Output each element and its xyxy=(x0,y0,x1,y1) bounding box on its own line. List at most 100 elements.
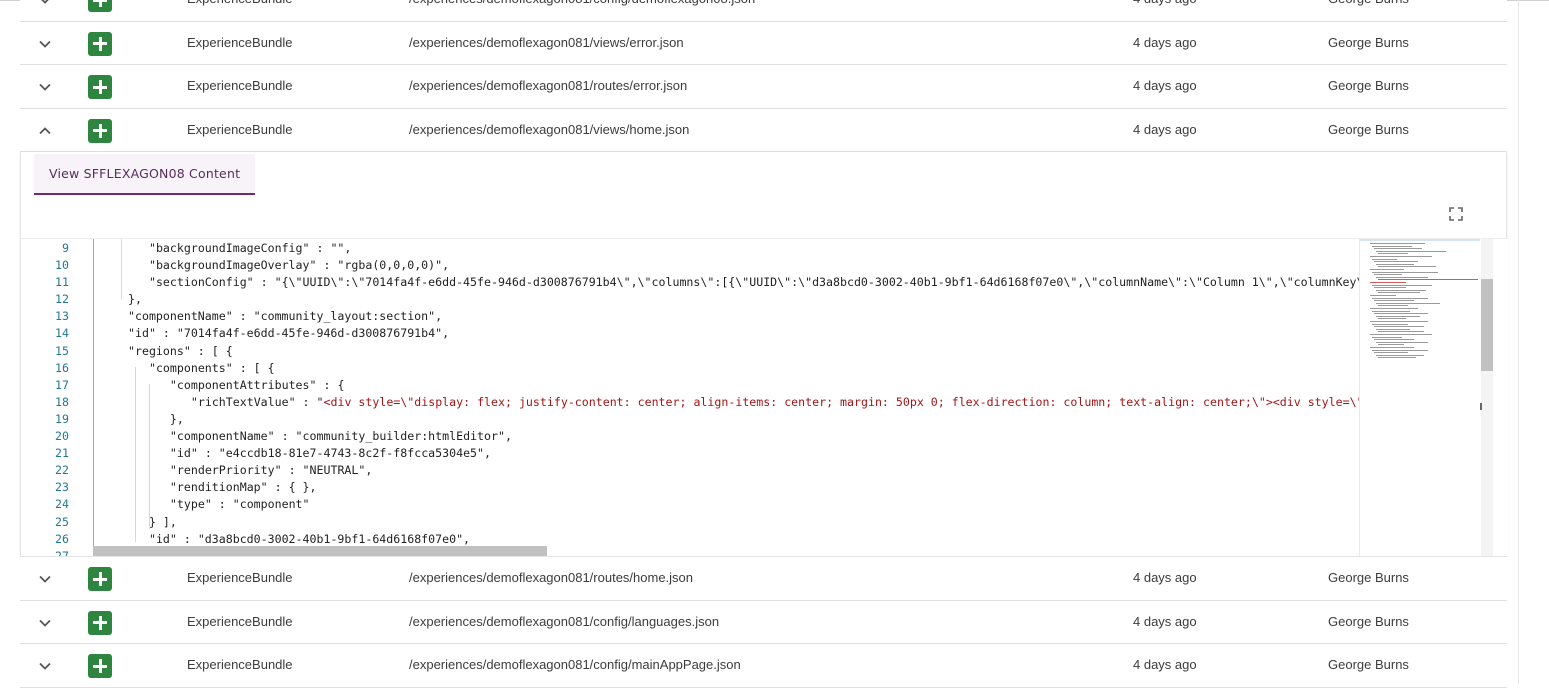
minimap-line xyxy=(1370,256,1432,257)
minimap-line xyxy=(1374,326,1424,328)
line-number: 26 xyxy=(55,531,69,546)
minimap-line xyxy=(1378,279,1478,281)
overview-ruler-marker xyxy=(1480,403,1482,410)
expand-icon[interactable] xyxy=(1448,206,1464,222)
code-editor[interactable]: 9 "backgroundImageConfig" : "", 10 "backg… xyxy=(21,238,1508,556)
line-number: 25 xyxy=(55,514,69,529)
minimap-line xyxy=(1370,269,1404,270)
table-row: ExperienceBundle/experiences/demoflexago… xyxy=(20,557,1507,601)
minimap-line xyxy=(1370,347,1414,348)
plus-icon[interactable] xyxy=(88,567,112,591)
minimap-line xyxy=(1378,266,1436,268)
code-token: "regions" : [ { xyxy=(128,343,233,358)
minimap-line xyxy=(1374,313,1428,315)
plus-icon[interactable] xyxy=(88,654,112,678)
minimap-line xyxy=(1374,248,1422,250)
minimap-line xyxy=(1372,297,1428,299)
minimap-viewport xyxy=(1360,239,1480,241)
code-token: "sectionConfig" : "{\"UUID\":\"7014fa4f-… xyxy=(135,275,1371,290)
line-number: 27 xyxy=(55,548,69,556)
cell-path: /experiences/demoflexagon081/routes/home… xyxy=(409,570,694,585)
chevron-down-icon[interactable] xyxy=(36,614,54,632)
chevron-down-icon[interactable] xyxy=(36,35,54,53)
plus-icon[interactable] xyxy=(88,118,112,143)
code-token: "componentName" : "community_layout:sect… xyxy=(128,309,443,324)
minimap-line xyxy=(1376,328,1410,330)
minimap-line xyxy=(1370,282,1406,283)
minimap-line xyxy=(1376,276,1428,278)
cell-user: George Burns xyxy=(1328,34,1409,50)
line-number: 21 xyxy=(55,446,69,461)
chevron-down-icon[interactable] xyxy=(36,0,54,9)
minimap[interactable] xyxy=(1359,239,1481,556)
cell-date: 4 days ago xyxy=(1133,78,1197,93)
cell-user: George Burns xyxy=(1328,121,1409,137)
cell-type: ExperienceBundle xyxy=(187,78,293,93)
minimap-line xyxy=(1376,315,1420,317)
line-number: 14 xyxy=(55,326,69,341)
line-number: 13 xyxy=(55,309,69,324)
minimap-line xyxy=(1374,300,1414,302)
code-text: "richTextValue" : "<div style=\"display:… xyxy=(149,394,1385,411)
chevron-down-icon[interactable] xyxy=(36,657,54,675)
code-text: "id" : "7014fa4f-e6dd-45fe-946d-d3008767… xyxy=(128,325,449,342)
cell-path: /experiences/demoflexagon081/config/main… xyxy=(409,657,741,672)
rows-after: ExperienceBundle/experiences/demoflexago… xyxy=(20,557,1507,688)
code-token: "backgroundImageConfig" : "", xyxy=(135,241,352,255)
minimap-line xyxy=(1372,349,1428,351)
line-number: 20 xyxy=(55,429,69,444)
code-token: "renderPriority" : "NEUTRAL", xyxy=(142,463,373,478)
code-text: } ], xyxy=(135,514,177,531)
line-number: 24 xyxy=(55,497,69,512)
code-token: } ], xyxy=(135,514,177,529)
plus-icon[interactable] xyxy=(88,610,112,635)
code-token: }, xyxy=(128,292,142,307)
chevron-down-icon[interactable] xyxy=(36,78,54,96)
minimap-line xyxy=(1372,336,1402,338)
minimap-line xyxy=(1378,253,1408,255)
chevron-up-icon[interactable] xyxy=(36,122,54,140)
vertical-scrollbar-thumb[interactable] xyxy=(1481,279,1493,371)
minimap-line xyxy=(1378,344,1404,346)
table-row: ExperienceBundle/experiences/demoflexago… xyxy=(20,600,1507,644)
horizontal-scrollbar-thumb[interactable] xyxy=(93,546,547,556)
minimap-line xyxy=(1372,323,1408,325)
minimap-line xyxy=(1374,287,1406,289)
code-text: "type" : "component" xyxy=(142,496,310,513)
table-row: ExperienceBundle/experiences/demoflexago… xyxy=(20,0,1507,22)
tab-view-content[interactable]: View SFFLEXAGON08 Content xyxy=(34,154,256,195)
code-token: "id" : "d3a8bcd0-3002-40b1-9bf1-64d6168f… xyxy=(135,531,471,546)
table-row: ExperienceBundle/experiences/demoflexago… xyxy=(20,21,1507,65)
line-number: 12 xyxy=(55,292,69,307)
minimap-line xyxy=(1374,261,1418,263)
code-token: "type" : "component" xyxy=(142,497,310,512)
line-number: 10 xyxy=(55,258,69,273)
code-text: "components" : [ { xyxy=(135,360,275,377)
code-token: "componentName" : "community_builder:htm… xyxy=(142,429,512,444)
minimap-line xyxy=(1370,243,1425,244)
code-text: "sectionConfig" : "{\"UUID\":\"7014fa4f-… xyxy=(135,274,1371,291)
code-text: "componentAttributes" : { xyxy=(142,377,345,394)
code-text: "renditionMap" : { }, xyxy=(142,479,317,496)
rows-before: ExperienceBundle/experiences/demoflexago… xyxy=(20,0,1507,152)
content-panel: View SFFLEXAGON08 Content 9 "backgroundI… xyxy=(20,152,1508,557)
file-table: ExperienceBundle/experiences/demoflexago… xyxy=(20,0,1508,688)
plus-icon[interactable] xyxy=(88,75,112,99)
cell-date: 4 days ago xyxy=(1133,657,1197,672)
minimap-line xyxy=(1378,318,1406,320)
plus-icon[interactable] xyxy=(88,0,112,12)
code-text: "componentName" : "community_builder:htm… xyxy=(142,428,512,445)
chevron-down-icon[interactable] xyxy=(36,570,54,588)
minimap-line xyxy=(1376,354,1424,356)
table-row: ExperienceBundle/experiences/demoflexago… xyxy=(20,65,1507,109)
code-text: "backgroundImageConfig" : "", xyxy=(135,240,351,257)
cell-path: /experiences/demoflexagon081/routes/erro… xyxy=(409,78,688,93)
plus-icon[interactable] xyxy=(88,31,112,56)
cell-type: ExperienceBundle xyxy=(187,613,293,629)
cell-user: George Burns xyxy=(1328,657,1409,672)
minimap-line xyxy=(1372,245,1412,247)
minimap-line xyxy=(1372,284,1432,286)
line-number: 22 xyxy=(55,463,69,478)
minimap-line xyxy=(1374,339,1414,341)
minimap-line xyxy=(1378,305,1408,307)
